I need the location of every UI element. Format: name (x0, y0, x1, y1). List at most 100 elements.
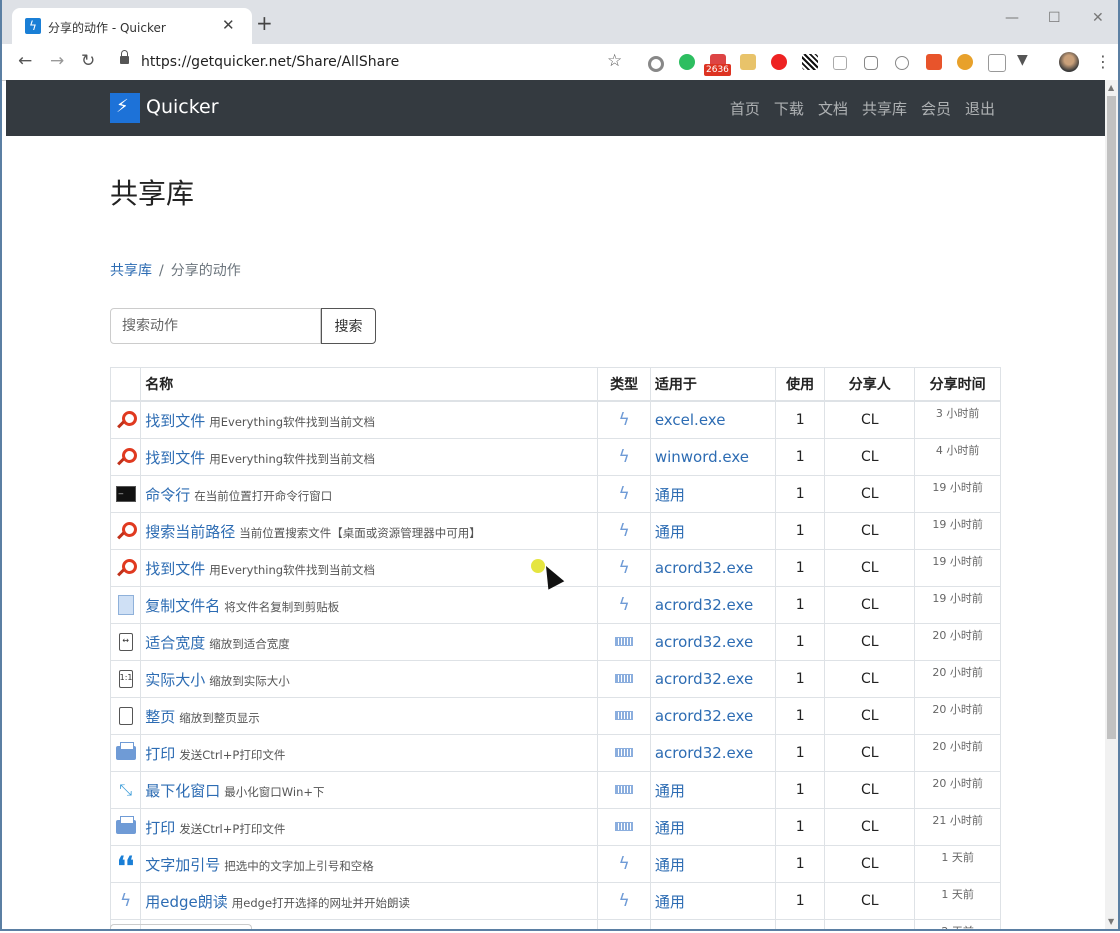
share-time: 3 小时前 (914, 400, 1001, 439)
action-name-link[interactable]: 多行注释(#) (145, 930, 229, 932)
shield-icon[interactable] (864, 56, 878, 70)
action-type-keyboard-icon (615, 822, 634, 831)
clock-icon[interactable] (895, 56, 909, 70)
action-name-link[interactable]: 找到文件 (145, 412, 205, 430)
search-icon (117, 559, 137, 577)
action-name-cell: 打印 发送Ctrl+P打印文件 (140, 734, 599, 772)
bookmark-star-icon[interactable]: ☆ (607, 51, 622, 71)
action-name-link[interactable]: 复制文件名 (145, 597, 220, 615)
applies-to-link[interactable]: excel.exe (655, 411, 726, 429)
header-sharer: 分享人 (824, 367, 916, 402)
nav-home[interactable]: 首页 (730, 98, 760, 119)
nav-docs[interactable]: 文档 (818, 98, 848, 119)
applies-to-link[interactable]: 通用 (655, 523, 685, 541)
action-name-link[interactable]: 找到文件 (145, 560, 205, 578)
address-bar[interactable]: https://getquicker.net/Share/AllShare (141, 54, 399, 70)
table-row[interactable]: ⤡ 最下化窗口 最小化窗口Win+下 通用 1 CL 20 小时前 (109, 771, 1001, 809)
action-name-link[interactable]: 打印 (145, 819, 175, 837)
table-row[interactable]: 找到文件 用Everything软件找到当前文档 ϟ winword.exe 1 CL 4 … (109, 438, 1001, 476)
scroll-up-icon[interactable]: ▲ (1108, 83, 1114, 92)
breadcrumb-root-link[interactable]: 共享库 (110, 263, 152, 279)
qr-code-icon[interactable] (802, 54, 818, 70)
extension-circle-icon[interactable] (648, 56, 664, 72)
forward-arrow-icon[interactable]: → (50, 52, 64, 70)
new-tab-button[interactable]: + (256, 13, 273, 33)
evernote-icon[interactable] (679, 54, 695, 70)
nav-share-library[interactable]: 共享库 (862, 98, 907, 119)
tab-close-icon[interactable]: ✕ (222, 16, 235, 34)
applies-to-link[interactable]: 通用 (655, 819, 685, 837)
applies-to-link[interactable]: winword.exe (655, 448, 749, 466)
profile-avatar[interactable] (1059, 52, 1079, 72)
table-row[interactable]: 整页 缩放到整页显示 acrord32.exe 1 CL 20 小时前 (109, 697, 1001, 735)
scrollbar-thumb[interactable] (1107, 96, 1116, 739)
applies-to-link[interactable]: acrord32.exe (655, 707, 753, 725)
uses-count: 1 (774, 734, 826, 772)
translate-icon[interactable] (833, 56, 847, 70)
table-row[interactable]: ϟ 用edge朗读 用edge打开选择的网址并开始朗读 ϟ 通用 1 CL 1 天前 (109, 882, 1001, 920)
action-name-link[interactable]: 文字加引号 (145, 856, 220, 874)
search-input[interactable] (110, 308, 321, 344)
back-arrow-icon[interactable]: ← (18, 52, 32, 70)
scroll-down-icon[interactable]: ▼ (1108, 917, 1114, 926)
weather-icon[interactable] (957, 54, 973, 70)
action-name-link[interactable]: 用edge朗读 (145, 893, 228, 911)
share-time: 20 小时前 (914, 697, 1001, 735)
applies-to-link[interactable]: acrord32.exe (655, 559, 753, 577)
applies-to-link[interactable]: 通用 (655, 856, 685, 874)
download-icon[interactable] (926, 54, 942, 70)
table-row[interactable]: 命令行在当前位置打开命令行窗口 ϟ 通用 1CL19 小时前 (109, 475, 1001, 513)
browser-tab[interactable]: ϟ 分享的动作 - Quicker ✕ (12, 8, 252, 44)
pagination-partial[interactable] (110, 924, 252, 929)
action-description: 缩放到整页显示 (179, 710, 260, 725)
action-name-link[interactable]: 适合宽度 (145, 634, 205, 652)
vue-icon[interactable]: ▼ (1017, 52, 1033, 68)
action-name-cell: 命令行 在当前位置打开命令行窗口 (140, 475, 599, 513)
action-type-bolt-icon: ϟ (618, 558, 630, 578)
table-row[interactable]: 找到文件 用Everything软件找到当前文档 ϟ excel.exe 1 CL 3 小时… (109, 400, 1001, 439)
minimize-window-button[interactable]: — (1005, 10, 1019, 26)
action-name-link[interactable]: 打印 (145, 745, 175, 763)
uses-count: 1 (774, 882, 826, 920)
pdf-icon[interactable] (988, 54, 1006, 72)
applies-to-link[interactable]: 通用 (655, 486, 685, 504)
uses-count: 1 (774, 919, 826, 929)
page-scrollbar[interactable]: ▲ ▼ (1105, 80, 1118, 929)
action-name-link[interactable]: 搜索当前路径 (145, 523, 235, 541)
nav-download[interactable]: 下载 (774, 98, 804, 119)
table-row[interactable]: 复制文件名 将文件名复制到剪贴板 ϟ acrord32.exe 1 CL 19 小时前 (109, 586, 1001, 624)
applies-to-link[interactable]: acrord32.exe (655, 744, 753, 762)
brand-name[interactable]: Quicker (146, 96, 219, 118)
action-name-link[interactable]: 整页 (145, 708, 175, 726)
applies-to-cell: 通用 (649, 808, 776, 846)
table-header-row: 名称 类型 适用于 使用 分享人 分享时间 (109, 367, 1001, 402)
opera-icon[interactable] (771, 54, 787, 70)
action-name-link[interactable]: 命令行 (145, 486, 190, 504)
applies-to-link[interactable]: 通用 (655, 782, 685, 800)
applies-to-link[interactable]: acrord32.exe (655, 633, 753, 651)
maximize-window-button[interactable]: ☐ (1048, 10, 1061, 26)
table-row[interactable]: 打印 发送Ctrl+P打印文件 acrord32.exe 1 CL 20 小时前 (109, 734, 1001, 772)
close-window-button[interactable]: ✕ (1092, 10, 1104, 26)
table-row[interactable]: 搜索当前路径 当前位置搜索文件【桌面或资源管理器中可用】 ϟ 通用 1 CL 19 小时前 (109, 512, 1001, 550)
action-name-link[interactable]: 最下化窗口 (145, 782, 220, 800)
action-description: 发送Ctrl+P打印文件 (179, 821, 286, 836)
table-row[interactable]: ❛❛ 文字加引号 把选中的文字加上引号和空格 ϟ 通用 1 CL 1 天前 (109, 845, 1001, 883)
applies-to-link[interactable]: acrord32.exe (655, 670, 753, 688)
nav-membership[interactable]: 会员 (921, 98, 951, 119)
search-button[interactable]: 搜索 (321, 308, 376, 344)
table-row[interactable]: ↔ 适合宽度 缩放到适合宽度 acrord32.exe 1 CL 20 小时前 (109, 623, 1001, 661)
applies-to-link[interactable]: 通用 (655, 893, 685, 911)
action-name-link[interactable]: 实际大小 (145, 671, 205, 689)
quicker-logo-icon[interactable] (110, 93, 140, 123)
table-row[interactable]: 打印 发送Ctrl+P打印文件 通用 1 CL 21 小时前 (109, 808, 1001, 846)
applies-to-link[interactable]: 通用 (655, 930, 685, 932)
applies-to-link[interactable]: acrord32.exe (655, 596, 753, 614)
nav-logout[interactable]: 退出 (965, 98, 995, 119)
browser-menu-icon[interactable]: ⋮ (1095, 52, 1111, 71)
action-name-link[interactable]: 找到文件 (145, 449, 205, 467)
table-row[interactable]: 1:1 实际大小 缩放到实际大小 acrord32.exe 1 CL 20 小时前 (109, 660, 1001, 698)
action-icon-cell (109, 808, 142, 846)
image-extension-icon[interactable] (740, 54, 756, 70)
reload-icon[interactable]: ↻ (81, 52, 95, 70)
